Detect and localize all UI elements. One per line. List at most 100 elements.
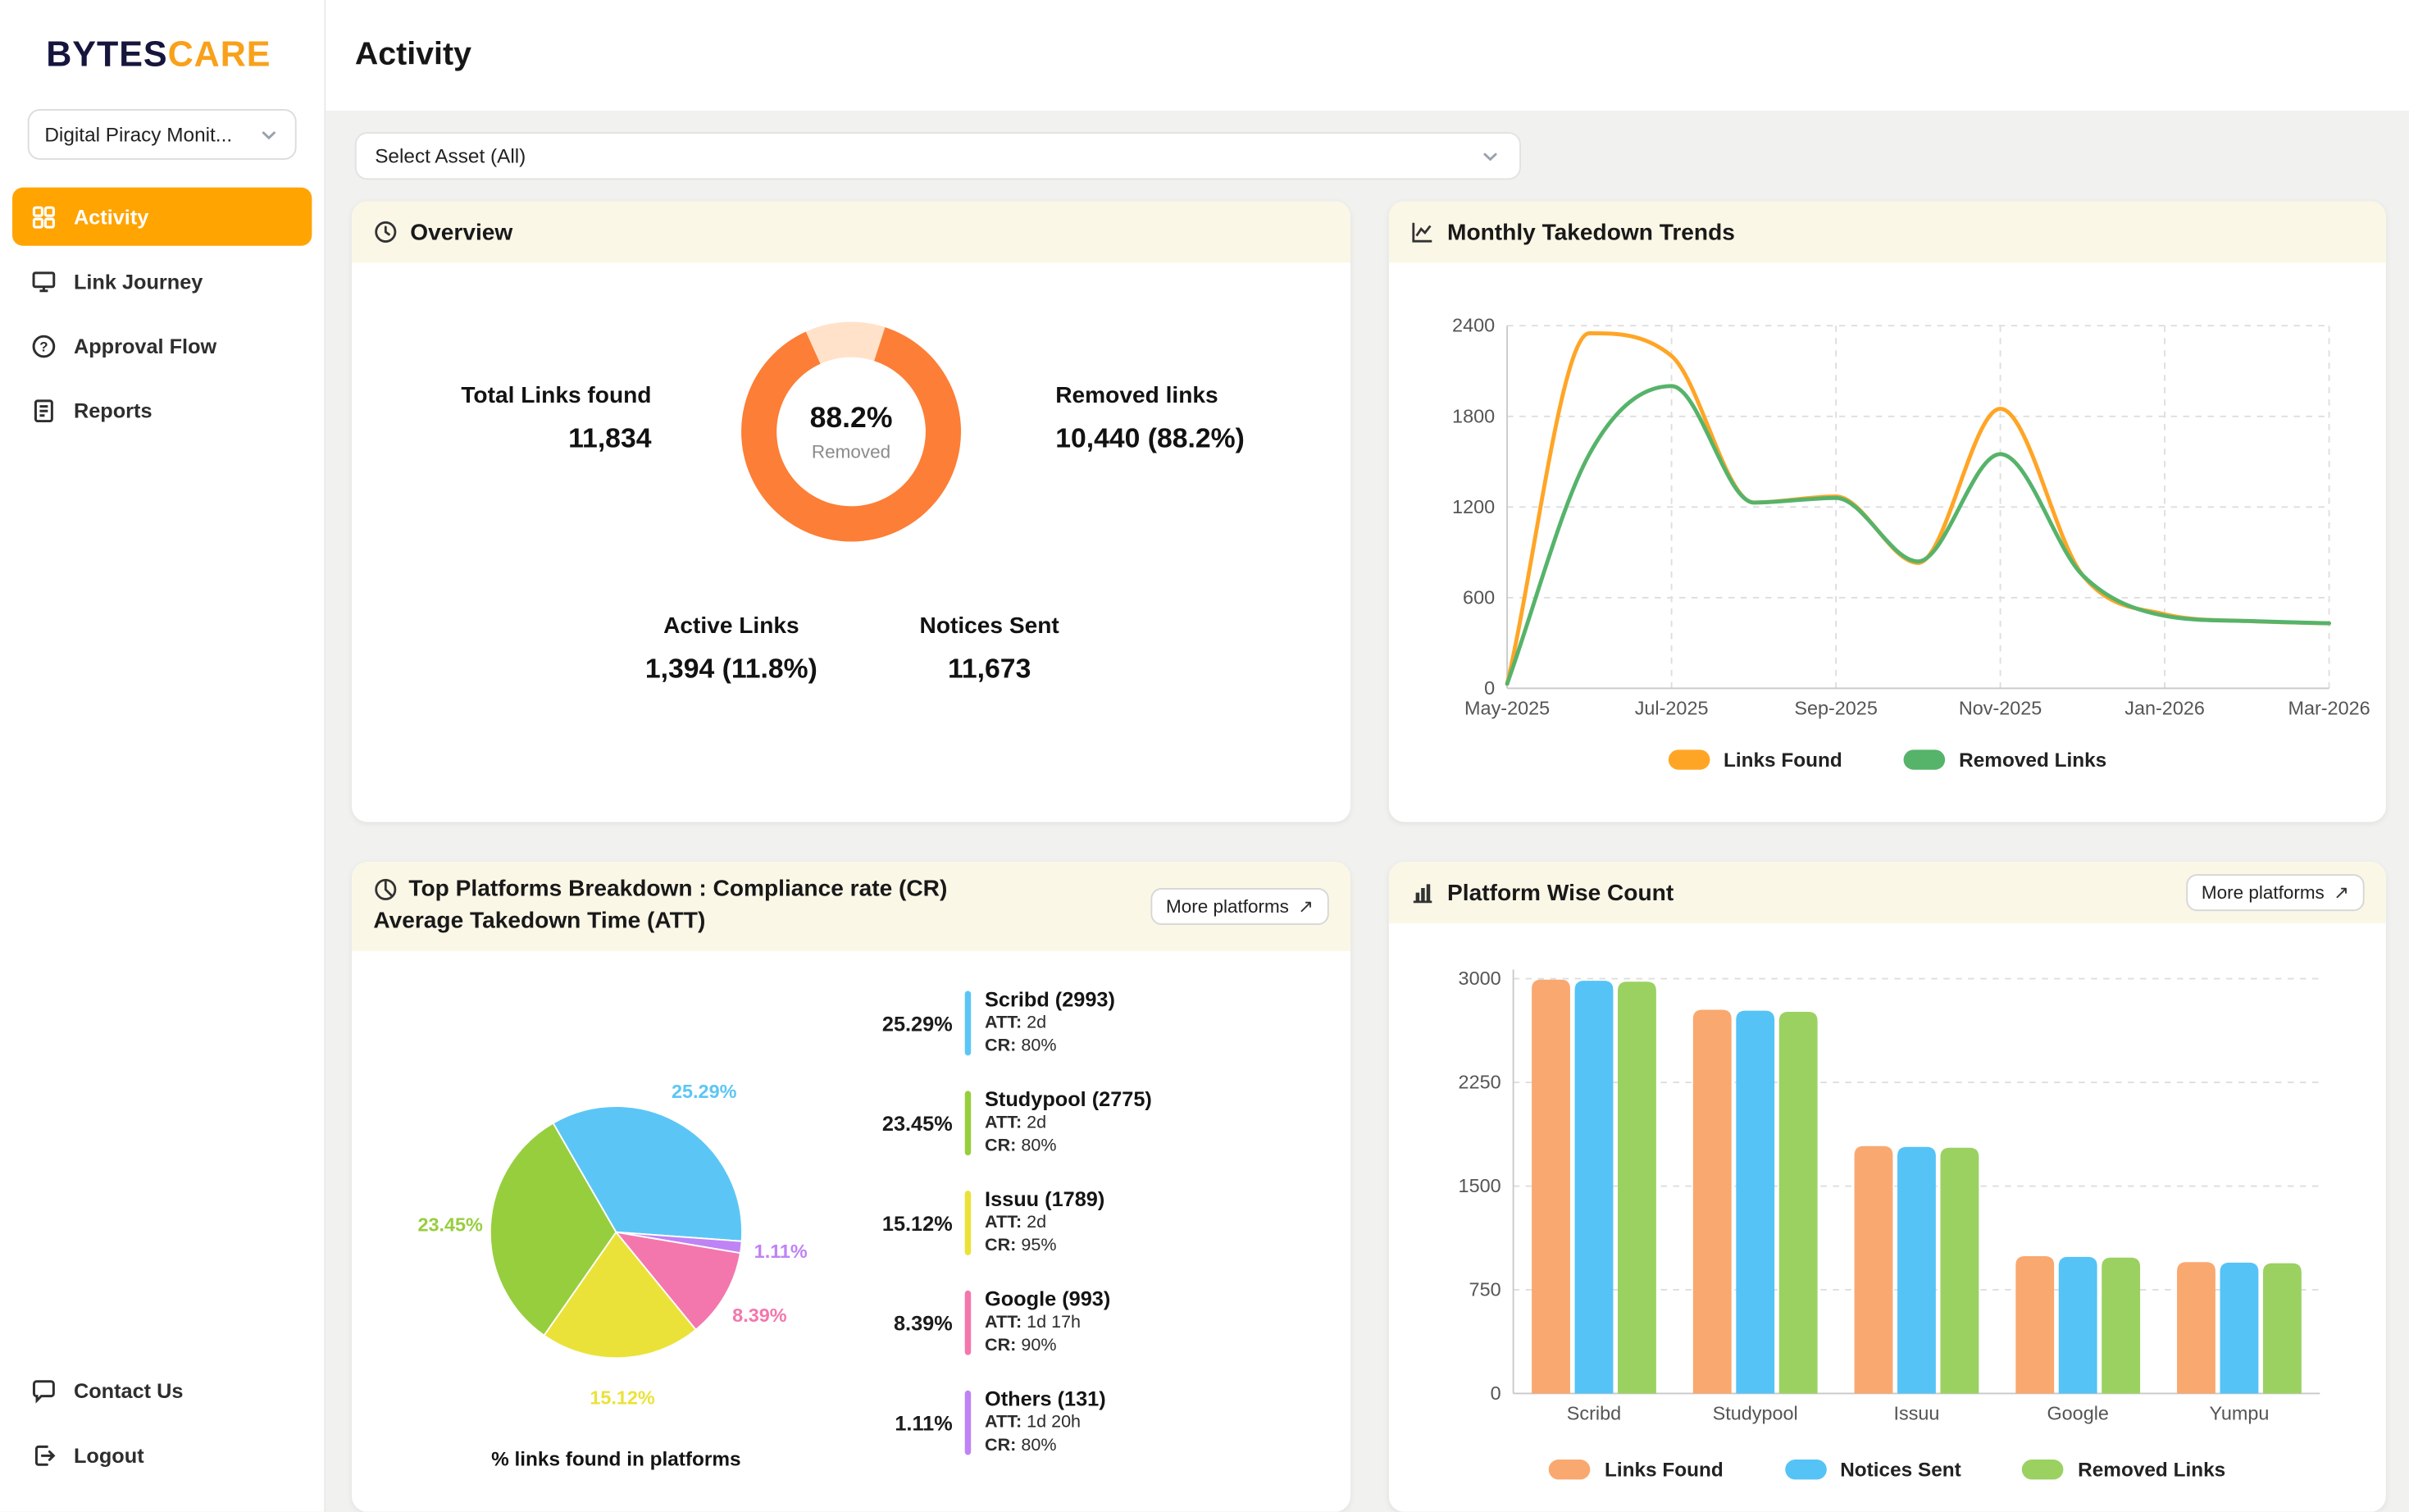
line-chart-icon [1410,220,1435,244]
sidebar-item-activity[interactable]: Activity [12,188,312,246]
svg-text:1200: 1200 [1452,496,1495,517]
stat-label: Active Links [593,613,869,640]
platforms-card-header: Top Platforms Breakdown : Compliance rat… [352,862,1350,951]
help-circle-icon: ? [30,333,57,359]
pie-caption: % links found in platforms [401,1447,831,1470]
svg-text:25.29%: 25.29% [672,1081,737,1102]
workspace-dropdown[interactable]: Digital Piracy Monit... [28,109,297,160]
legend-label: Notices Sent [1840,1458,1961,1481]
svg-text:Issuu: Issuu [1893,1402,1939,1423]
svg-text:1.11%: 1.11% [754,1241,808,1262]
sidebar-item-label: Contact Us [74,1379,184,1402]
platform-att: ATT: 2d [985,1212,1104,1235]
sidebar-item-label: Approval Flow [74,335,216,358]
stat-value: 11,834 [406,422,652,454]
platform-cr: CR: 80% [985,1036,1115,1059]
stat-value: 10,440 (88.2%) [1055,422,1347,454]
platform-breakdown-list: 25.29%Scribd (2993)ATT: 2dCR: 80% 23.45% S… [882,988,1336,1487]
svg-text:1800: 1800 [1452,405,1495,426]
svg-text:1500: 1500 [1459,1175,1501,1196]
legend-swatch [1904,749,1946,769]
platform-color-bar [965,1191,971,1255]
svg-text:Mar-2026: Mar-2026 [2288,697,2370,718]
trends-card-title: Monthly Takedown Trends [1447,219,1735,245]
more-platforms-button[interactable]: More platforms ↗ [2186,874,2365,911]
removed-links-donut-chart [736,317,967,547]
overview-card-title: Overview [410,219,512,245]
legend-label: Removed Links [2078,1458,2225,1481]
legend-swatch [1669,749,1710,769]
svg-text:Scribd: Scribd [1567,1402,1621,1423]
brand-logo-part2: CARE [168,34,271,74]
svg-text:8.39%: 8.39% [732,1305,787,1326]
platform-row: 15.12%Issuu (1789)ATT: 2dCR: 95% [882,1187,1336,1258]
platform-cr: CR: 95% [985,1235,1104,1258]
trends-legend: Links Found Removed Links [1389,749,2386,772]
legend-item: Removed Links [2023,1458,2226,1481]
more-platforms-label: More platforms [1166,895,1289,917]
svg-text:15.12%: 15.12% [590,1387,655,1408]
stat-active-links: Active Links 1,394 (11.8%) [593,613,869,685]
expand-icon: ↗ [2334,882,2349,904]
sidebar: BYTESCARE Digital Piracy Monit... Activi… [0,0,326,1512]
trends-card-header: Monthly Takedown Trends [1389,201,2386,262]
svg-text:Sep-2025: Sep-2025 [1794,697,1878,718]
stat-label: Notices Sent [851,613,1127,640]
svg-text:?: ? [39,339,48,354]
platform-info: Issuu (1789)ATT: 2dCR: 95% [985,1187,1104,1258]
legend-swatch [2023,1460,2065,1479]
asset-select-value: Select Asset (All) [375,144,526,167]
clock-icon [373,220,398,244]
platform-info: Google (993)ATT: 1d 17hCR: 90% [985,1287,1110,1358]
sidebar-item-logout[interactable]: Logout [12,1426,312,1484]
counts-card-header: Platform Wise Count More platforms ↗ [1389,862,2386,923]
svg-text:750: 750 [1469,1278,1501,1300]
sidebar-item-reports[interactable]: Reports [12,381,312,439]
legend-item: Notices Sent [1785,1458,1961,1481]
sidebar-item-approval-flow[interactable]: ? Approval Flow [12,317,312,375]
platform-wise-count-chart: 0750150022503000ScribdStudypoolIssuuGoog… [1389,923,2386,1438]
brand-logo-part1: BYTES [46,34,167,74]
platform-percent: 23.45% [882,1112,953,1135]
platform-row: 23.45% Studypool (2775)ATT: 2dCR: 80% [882,1088,1336,1159]
asset-select-dropdown[interactable]: Select Asset (All) [355,132,1521,180]
platform-color-bar [965,1091,971,1155]
platform-row: 25.29%Scribd (2993)ATT: 2dCR: 80% [882,988,1336,1059]
more-platforms-button[interactable]: More platforms ↗ [1150,888,1329,925]
more-platforms-label: More platforms [2202,882,2325,904]
workspace-dropdown-value: Digital Piracy Monit... [44,123,232,146]
counts-card-title: Platform Wise Count [1447,880,1674,906]
platform-att: ATT: 1d 17h [985,1312,1110,1335]
svg-text:0: 0 [1484,677,1495,699]
legend-item: Removed Links [1904,749,2107,772]
legend-label: Links Found [1724,749,1842,772]
legend-label: Removed Links [1959,749,2106,772]
platform-percent: 25.29% [882,1012,953,1035]
platform-row: 1.11%Others (131)ATT: 1d 20hCR: 80% [882,1387,1336,1458]
sidebar-footer: Contact Us Logout [0,1361,324,1512]
monthly-takedown-trends-chart: 0600120018002400May-2025Jul-2025Sep-2025… [1389,262,2386,731]
stat-notices-sent: Notices Sent 11,673 [851,613,1127,685]
svg-text:May-2025: May-2025 [1464,697,1550,718]
platform-name: Studypool (2775) [985,1088,1152,1113]
platform-name: Issuu (1789) [985,1187,1104,1212]
legend-swatch [1785,1460,1827,1479]
platform-info: Others (131)ATT: 1d 20hCR: 80% [985,1387,1106,1458]
legend-item: Links Found [1550,1458,1724,1481]
stat-removed-links: Removed links 10,440 (88.2%) [1055,383,1347,455]
trends-card: Monthly Takedown Trends 0600120018002400… [1389,201,2386,822]
stat-value: 1,394 (11.8%) [593,653,869,685]
sidebar-item-link-journey[interactable]: Link Journey [12,252,312,310]
platform-info: Studypool (2775)ATT: 2dCR: 80% [985,1088,1152,1159]
svg-text:23.45%: 23.45% [417,1214,483,1236]
sidebar-item-label: Link Journey [74,270,203,293]
chevron-down-icon [258,124,280,145]
overview-card: Overview 88.2% Removed Total Links found… [352,201,1350,822]
sidebar-item-label: Activity [74,205,148,228]
platforms-pie-chart: 25.29% 1.11% 8.39% 15.12% 23.45% [394,1009,839,1447]
svg-text:Jul-2025: Jul-2025 [1635,697,1709,718]
svg-text:3000: 3000 [1459,968,1501,989]
sidebar-item-contact-us[interactable]: Contact Us [12,1361,312,1419]
brand-logo: BYTESCARE [0,0,324,75]
platform-att: ATT: 2d [985,1013,1115,1036]
